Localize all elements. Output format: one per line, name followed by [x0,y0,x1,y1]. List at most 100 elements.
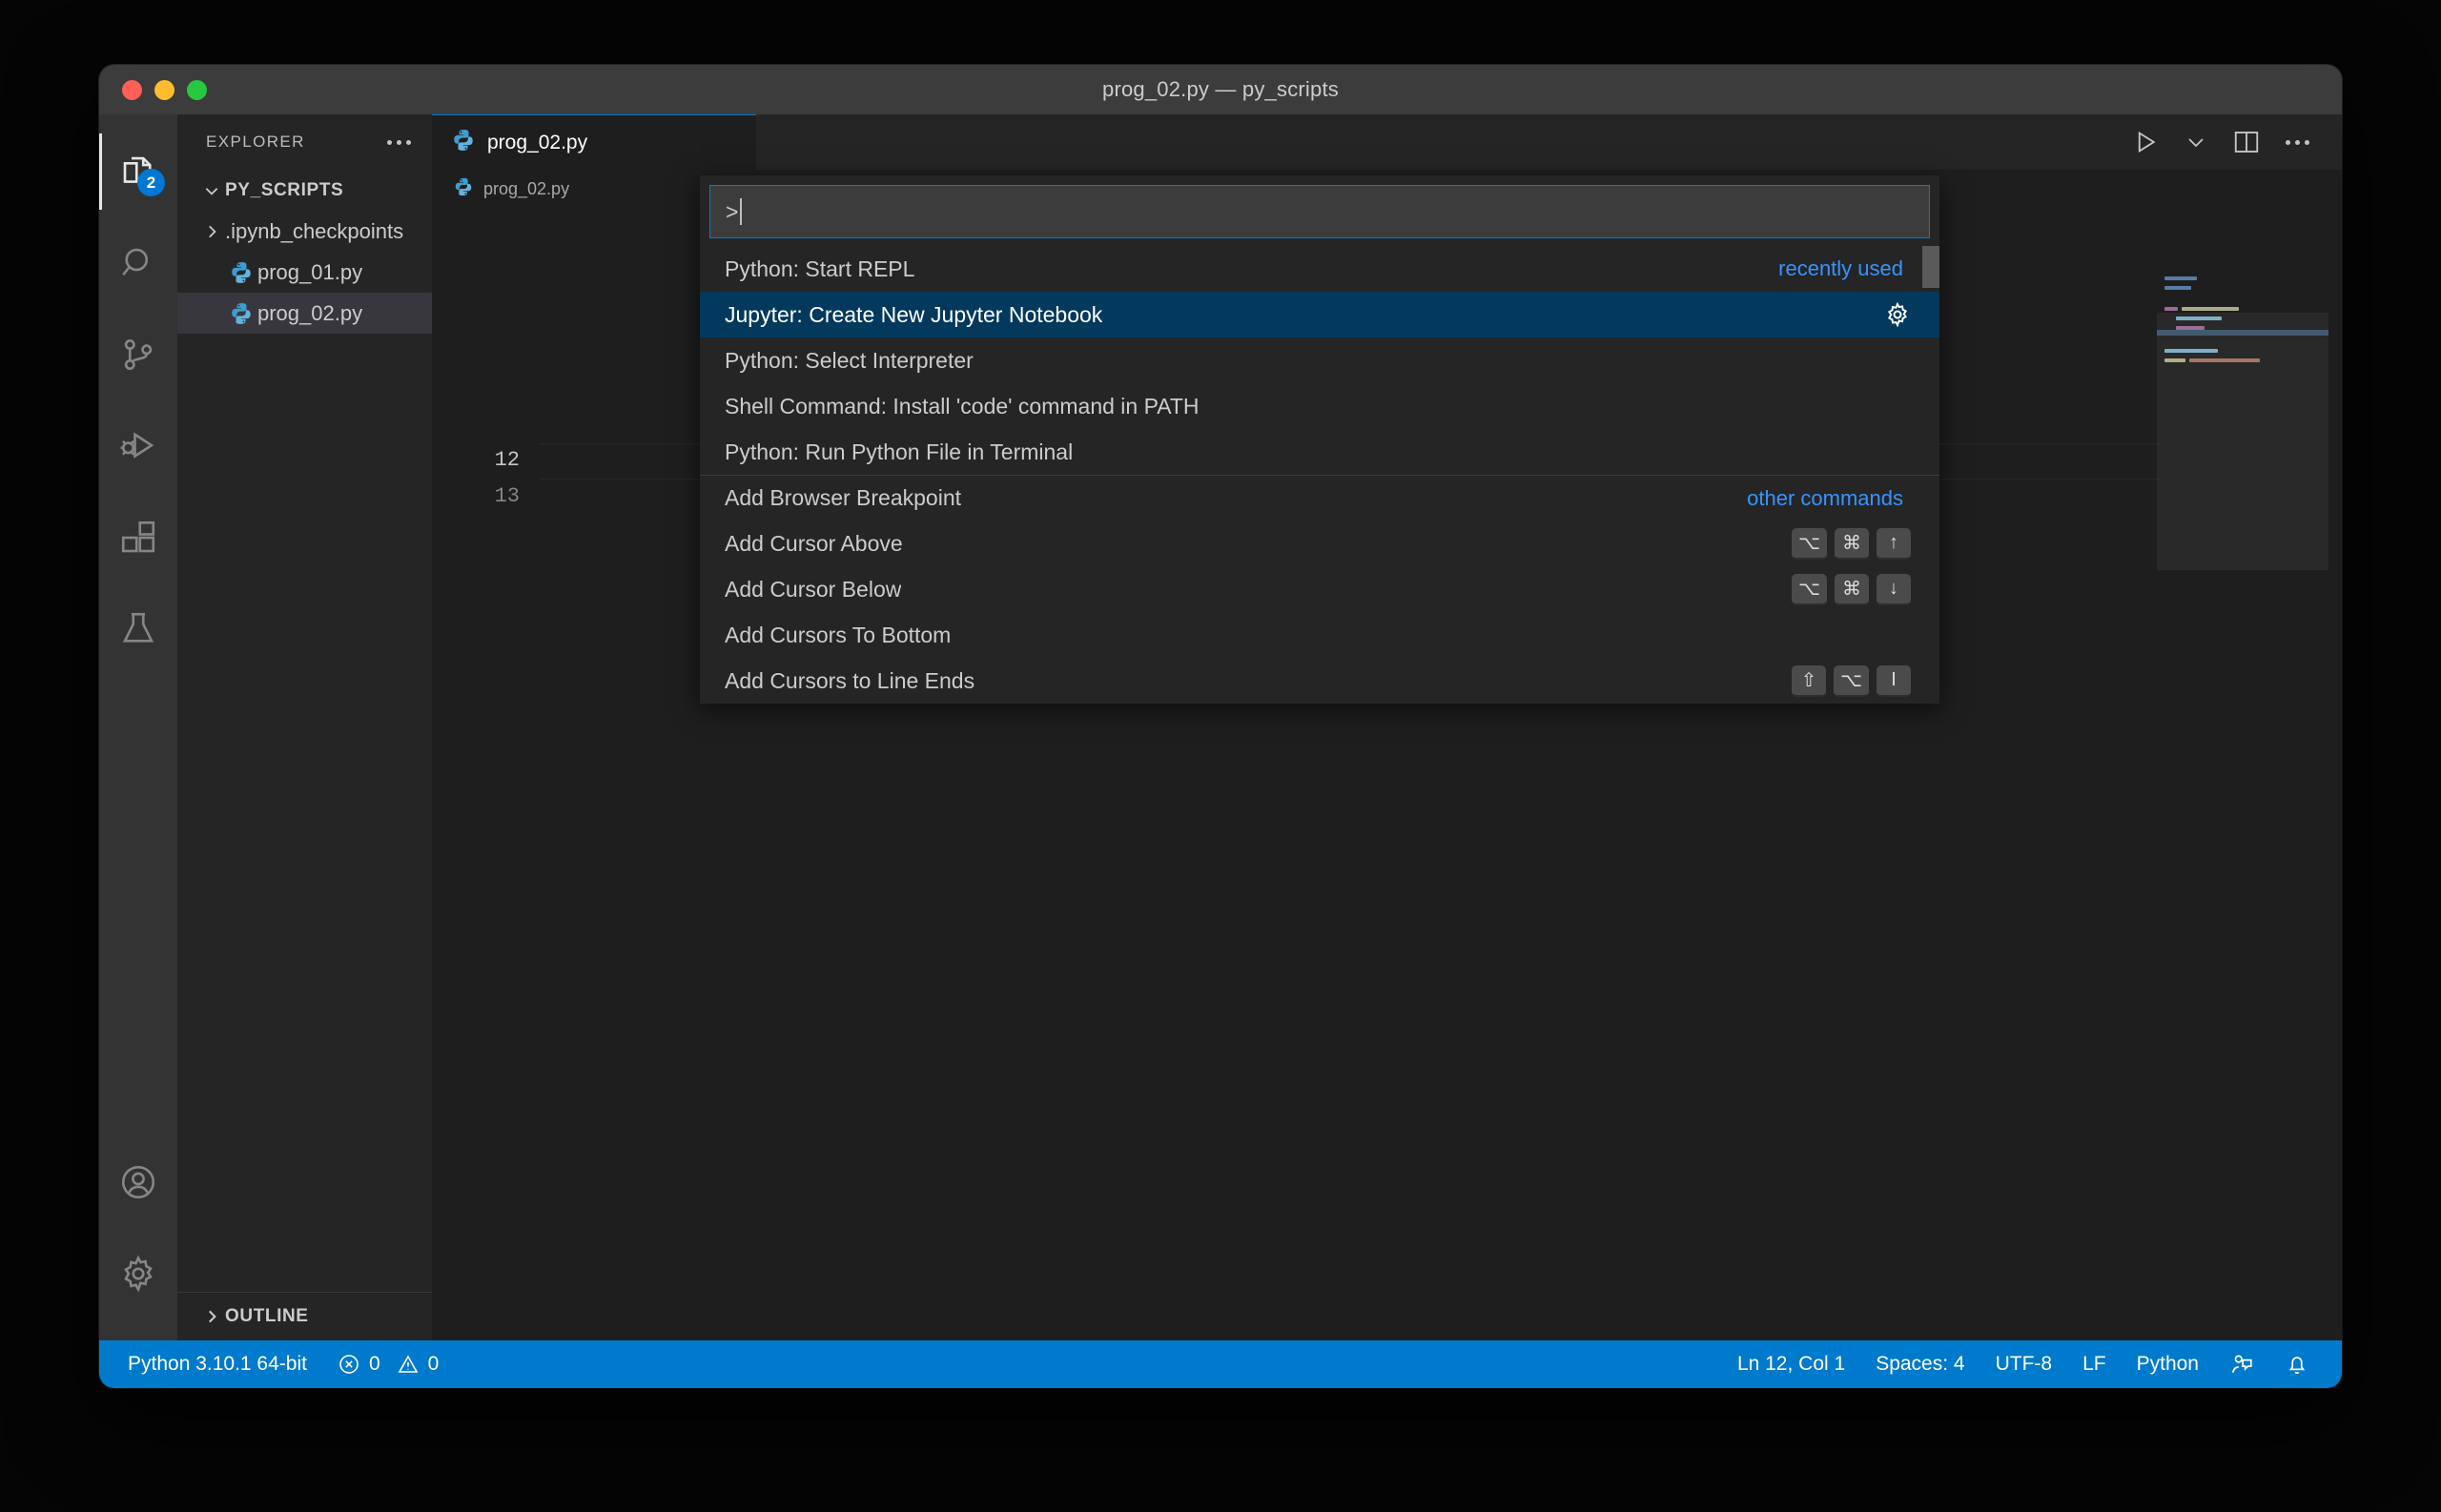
activity-item-source-control[interactable] [99,309,177,400]
account-icon [121,1165,155,1199]
maximize-window-button[interactable] [187,79,207,100]
command-item-add-cursors-to-line-ends[interactable]: Add Cursors to Line Ends ⇧ ⌥ I [700,658,1939,704]
gear-icon [1887,301,1908,328]
activity-item-manage[interactable] [99,1228,177,1319]
play-icon [2138,131,2156,153]
command-item-add-browser-breakpoint[interactable]: Add Browser Breakpoint other commands [700,475,1939,521]
source-control-icon [124,338,153,371]
command-label: Add Cursors To Bottom [725,622,952,647]
vscode-window: prog_02.py — py_scripts 2 EXPLORER PY_SC… [99,65,2342,1388]
outline-header[interactable]: OUTLINE [177,1293,432,1340]
status-python-version[interactable]: Python 3.10.1 64-bit [113,1353,322,1376]
command-label: Python: Run Python File in Terminal [725,439,1074,464]
minimap-code-line [2164,286,2191,290]
python-version-label: Python 3.10.1 64-bit [128,1353,307,1375]
status-eol[interactable]: LF [2067,1353,2122,1376]
command-palette-input-wrap: > [700,175,1939,246]
tree-item-prog-01[interactable]: prog_01.py [177,252,432,293]
sidebar-header: EXPLORER [177,114,432,170]
key-cap: ↑ [1877,527,1911,560]
chevron-down-icon [2188,138,2204,148]
tree-root-label: PY_SCRIPTS [225,179,344,200]
tree-item-prog-02[interactable]: prog_02.py [177,293,432,334]
command-palette[interactable]: > Python: Start REPL recently used Jupyt… [700,175,1939,704]
command-label: Jupyter: Create New Jupyter Notebook [725,301,1103,327]
tree-item-ipynb-checkpoints[interactable]: .ipynb_checkpoints [177,211,432,252]
sidebar: EXPLORER PY_SCRIPTS .ipynb_checkpoints p… [177,114,432,1340]
python-logo [455,177,472,195]
command-palette-value: > [726,198,739,224]
minimap-code-line [2189,358,2260,362]
tree-item-label: .ipynb_checkpoints [225,218,404,243]
status-cursor-position[interactable]: Ln 12, Col 1 [1722,1353,1860,1376]
activity-item-run-and-debug[interactable] [99,400,177,492]
minimap-code-line [2176,317,2222,320]
minimap[interactable] [2157,208,2328,1340]
editor-tabs-bar: prog_02.py [432,114,2342,170]
command-item-python-run-file-in-terminal[interactable]: Python: Run Python File in Terminal [700,429,1939,475]
minimap-code-line [2164,358,2185,362]
minimize-window-button[interactable] [154,79,174,100]
status-bar: Python 3.10.1 64-bit 0 0 Ln 12, Col 1 Sp… [99,1340,2342,1388]
keybinding: ⇧ ⌥ I [1791,664,1924,697]
run-options-button[interactable] [2185,131,2207,153]
tree-root-folder[interactable]: PY_SCRIPTS [177,170,432,211]
run-debug-icon [120,432,154,459]
minimap-code-line [2164,276,2197,280]
command-item-add-cursor-below[interactable]: Add Cursor Below ⌥ ⌘ ↓ [700,566,1939,612]
run-python-file-button[interactable] [2131,128,2160,156]
python-file-icon [225,301,257,326]
command-item-python-select-interpreter[interactable]: Python: Select Interpreter [700,337,1939,383]
configure-keybinding-button[interactable] [1884,301,1924,328]
bell-icon [2288,1357,2306,1375]
close-window-button[interactable] [122,79,142,100]
warning-triangle-icon [398,1355,419,1373]
activity-item-search[interactable] [99,217,177,309]
key-cap: ⇧ [1791,664,1826,697]
python-file-icon [453,176,474,202]
command-group-label: recently used [1778,256,1903,280]
split-editor-button[interactable] [2232,128,2261,156]
minimap-code-line [2182,307,2239,311]
minimap-code-line [2164,349,2218,353]
command-item-add-cursors-to-bottom[interactable]: Add Cursors To Bottom [700,612,1939,658]
activity-bar: 2 [99,114,177,1340]
command-item-jupyter-create-notebook[interactable]: Jupyter: Create New Jupyter Notebook [700,292,1939,337]
command-label: Python: Start REPL [725,255,915,281]
status-encoding[interactable]: UTF-8 [1980,1353,2068,1376]
ellipsis-icon[interactable] [387,139,411,145]
activity-item-accounts[interactable] [99,1136,177,1228]
outline-section: OUTLINE [177,1292,432,1340]
status-bar-right: Ln 12, Col 1 Spaces: 4 UTF-8 LF Python [1722,1352,2342,1377]
command-group-label: other commands [1747,485,1903,510]
status-language-mode[interactable]: Python [2122,1353,2214,1376]
sidebar-title: EXPLORER [206,133,305,151]
command-item-shell-install-code[interactable]: Shell Command: Install 'code' command in… [700,383,1939,429]
tree-item-label: prog_02.py [257,300,363,325]
editor-tab-prog-02[interactable]: prog_02.py [432,114,756,170]
python-logo [232,302,251,324]
status-notifications[interactable] [2269,1352,2325,1377]
extensions-icon [121,521,155,553]
command-palette-list[interactable]: Python: Start REPL recently used Jupyter… [700,246,1939,704]
editor-more-actions[interactable] [2286,139,2309,145]
command-item-add-cursor-above[interactable]: Add Cursor Above ⌥ ⌘ ↑ [700,521,1939,566]
command-label: Add Cursors to Line Ends [725,667,975,693]
activity-item-testing[interactable] [99,583,177,675]
workbench-body: 2 EXPLORER PY_SCRIPTS .ipynb_checkpoints… [99,114,2342,1340]
line-number-gutter: 12 13 [432,208,539,1340]
status-indentation[interactable]: Spaces: 4 [1860,1353,1979,1376]
activity-item-explorer[interactable]: 2 [99,126,177,217]
activity-item-extensions[interactable] [99,492,177,583]
explorer-badge: 2 [137,169,165,196]
window-title: prog_02.py — py_scripts [1102,77,1339,101]
minimap-code-line [2176,326,2205,330]
status-feedback[interactable] [2214,1352,2269,1377]
error-circle-icon [339,1355,359,1374]
command-item-python-start-repl[interactable]: Python: Start REPL recently used [700,246,1939,292]
feedback-icon [2231,1355,2252,1373]
status-problems[interactable]: 0 0 [322,1353,454,1376]
gear-icon [124,1255,153,1293]
key-cap: ⌘ [1835,527,1869,560]
command-palette-input[interactable]: > [709,185,1930,238]
